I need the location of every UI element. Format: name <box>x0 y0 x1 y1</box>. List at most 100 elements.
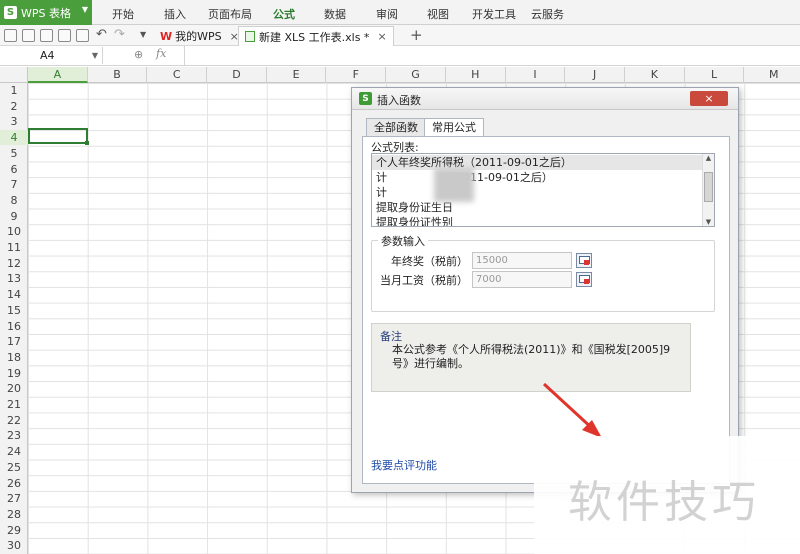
column-header[interactable]: L <box>685 67 745 83</box>
row-header[interactable]: 4 <box>0 130 28 146</box>
close-icon[interactable]: × <box>377 30 386 43</box>
menu-insert[interactable]: 插入 <box>164 6 186 22</box>
row-header[interactable]: 24 <box>0 444 28 459</box>
salary-input[interactable]: 7000 <box>472 271 572 288</box>
row-header[interactable]: 2 <box>0 99 28 114</box>
row-header[interactable]: 21 <box>0 397 28 412</box>
column-header[interactable]: K <box>625 67 685 83</box>
selected-cell[interactable] <box>28 128 89 145</box>
column-header[interactable]: G <box>386 67 446 83</box>
tab-common-formulas[interactable]: 常用公式 <box>424 118 484 137</box>
row-header[interactable]: 13 <box>0 271 28 286</box>
print-icon[interactable] <box>58 29 71 42</box>
preview-icon[interactable] <box>76 29 89 42</box>
feedback-link[interactable]: 我要点评功能 <box>371 457 437 473</box>
list-item[interactable]: 计 2011-09-01之后） <box>372 170 702 185</box>
spreadsheet-icon <box>245 31 255 42</box>
list-item[interactable]: 提取身份证生日 <box>372 200 702 215</box>
row-header[interactable]: 19 <box>0 366 28 381</box>
range-select-icon[interactable] <box>576 253 592 268</box>
insert-function-icon[interactable]: fx <box>156 47 166 60</box>
save-icon[interactable] <box>22 29 35 42</box>
redacted-area <box>434 168 474 202</box>
bonus-input[interactable]: 15000 <box>472 252 572 269</box>
column-headers: ABCDEFGHIJKLM <box>0 67 800 83</box>
row-header[interactable]: 23 <box>0 428 28 443</box>
undo-icon[interactable]: ↶ <box>96 27 107 42</box>
scroll-down-icon[interactable]: ▼ <box>703 218 714 226</box>
menu-formulas[interactable]: 公式 <box>273 6 295 22</box>
menu-developer[interactable]: 开发工具 <box>472 6 516 22</box>
menu-page-layout[interactable]: 页面布局 <box>208 6 252 22</box>
note-text: 本公式参考《个人所得税法(2011)》和《国税发[2005]9号》进行编制。 <box>392 343 671 370</box>
row-header[interactable]: 18 <box>0 350 28 365</box>
row-header[interactable]: 7 <box>0 177 28 192</box>
row-header[interactable]: 10 <box>0 224 28 239</box>
row-header[interactable]: 15 <box>0 303 28 318</box>
row-header[interactable]: 20 <box>0 381 28 396</box>
range-select-icon[interactable] <box>576 272 592 287</box>
row-header[interactable]: 26 <box>0 476 28 491</box>
params-group: 参数输入 年终奖（税前） 15000 当月工资（税前） 7000 <box>371 233 715 312</box>
row-header[interactable]: 12 <box>0 256 28 271</box>
row-header[interactable]: 9 <box>0 209 28 224</box>
name-box[interactable]: A4 ▼ <box>0 47 103 64</box>
tab-label: 我的WPS <box>175 30 222 43</box>
menu-home[interactable]: 开始 <box>112 6 134 22</box>
column-header[interactable]: E <box>267 67 327 83</box>
column-header[interactable]: H <box>446 67 506 83</box>
app-menu-button[interactable]: S WPS 表格 ▼ <box>0 0 92 25</box>
note-title: 备注 <box>380 330 402 343</box>
menu-view[interactable]: 视图 <box>427 6 449 22</box>
column-header[interactable]: I <box>506 67 566 83</box>
close-button[interactable]: × <box>690 91 728 106</box>
dialog-title: 插入函数 <box>377 94 421 107</box>
list-scrollbar[interactable]: ▲ ▼ <box>702 154 714 226</box>
menu-review[interactable]: 审阅 <box>376 6 398 22</box>
row-header[interactable]: 3 <box>0 114 28 129</box>
column-header[interactable]: J <box>565 67 625 83</box>
row-header[interactable]: 8 <box>0 193 28 208</box>
menu-cloud[interactable]: 云服务 <box>531 6 564 22</box>
row-header[interactable]: 6 <box>0 162 28 177</box>
row-header[interactable]: 11 <box>0 240 28 255</box>
scroll-thumb[interactable] <box>704 172 713 202</box>
scroll-up-icon[interactable]: ▲ <box>703 154 714 162</box>
list-item[interactable]: 提取身份证性别 <box>372 215 702 226</box>
zoom-icon[interactable]: ⊕ <box>134 48 143 61</box>
tab-all-functions[interactable]: 全部函数 <box>366 118 426 136</box>
list-item[interactable]: 个人年终奖所得税（2011-09-01之后） <box>372 155 702 170</box>
tab-workbook[interactable]: 新建 XLS 工作表.xls * × <box>238 26 394 46</box>
column-header[interactable]: A <box>28 67 88 83</box>
row-header[interactable]: 17 <box>0 334 28 349</box>
formula-listbox[interactable]: 个人年终奖所得税（2011-09-01之后） 计2011-09-01之后） 计.… <box>371 153 715 227</box>
open-icon[interactable] <box>4 29 17 42</box>
redo-icon[interactable]: ↷ <box>114 27 125 42</box>
row-header[interactable]: 5 <box>0 146 28 161</box>
column-header[interactable]: M <box>744 67 800 83</box>
row-header[interactable]: 16 <box>0 319 28 334</box>
row-header[interactable]: 29 <box>0 523 28 538</box>
chevron-down-icon[interactable]: ▼ <box>92 47 98 64</box>
row-header[interactable]: 28 <box>0 507 28 522</box>
row-header[interactable]: 22 <box>0 413 28 428</box>
new-tab-icon[interactable]: + <box>410 26 423 44</box>
row-header[interactable]: 30 <box>0 538 28 553</box>
select-all-corner[interactable] <box>0 67 28 83</box>
quick-toolbar: ↶ ↷ ▼ W 我的WPS × 新建 XLS 工作表.xls * × + <box>0 25 800 46</box>
column-header[interactable]: C <box>147 67 208 83</box>
row-header[interactable]: 14 <box>0 287 28 302</box>
row-header[interactable]: 1 <box>0 83 28 98</box>
row-header[interactable]: 27 <box>0 491 28 506</box>
column-header[interactable]: B <box>88 67 148 83</box>
menu-data[interactable]: 数据 <box>324 6 346 22</box>
list-item[interactable]: 计... <box>372 185 702 200</box>
export-icon[interactable] <box>40 29 53 42</box>
column-header[interactable]: F <box>327 67 387 83</box>
more-dropdown-icon[interactable]: ▼ <box>140 30 146 39</box>
param-label-bonus: 年终奖（税前） <box>391 255 468 268</box>
column-header[interactable]: D <box>207 67 267 83</box>
dialog-titlebar[interactable]: S 插入函数 × <box>352 88 738 110</box>
tab-my-wps[interactable]: W 我的WPS × <box>154 26 245 46</box>
row-header[interactable]: 25 <box>0 460 28 475</box>
